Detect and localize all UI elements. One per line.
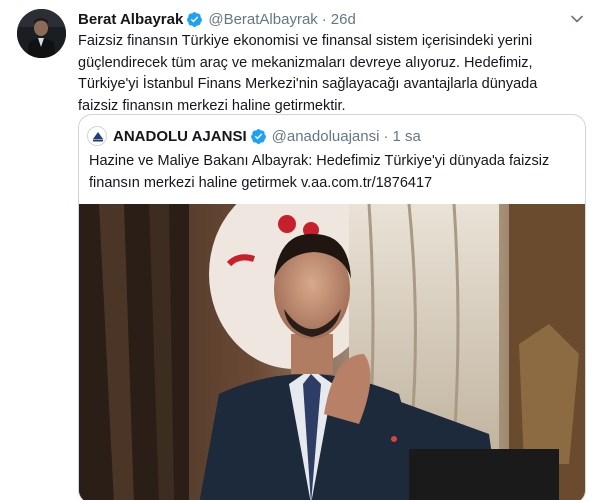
separator-dot: ·	[383, 127, 389, 145]
quoted-author-avatar	[87, 126, 107, 146]
author-handle[interactable]: @BeratAlbayrak	[208, 11, 317, 28]
tweet-text-line: Türkiye'yi İstanbul Finans Merkezi'nin s…	[78, 76, 538, 92]
tweet: Berat Albayrak @BeratAlbayrak · 26d Faiz…	[0, 0, 602, 500]
verified-badge-icon	[187, 11, 203, 27]
quoted-tweet-header: ANADOLU AJANSI @anadoluajansi · 1 sa	[87, 125, 421, 147]
quoted-tweet-text: Hazine ve Maliye Bakanı Albayrak: Hedefi…	[89, 151, 579, 194]
quoted-tweet-text-line: Hazine ve Maliye Bakanı Albayrak: Hedefi…	[89, 153, 550, 169]
tweet-text: Faizsiz finansın Türkiye ekonomisi ve fi…	[78, 31, 588, 117]
author-avatar[interactable]	[17, 9, 66, 58]
tweet-text-line: Faizsiz finansın Türkiye ekonomisi ve fi…	[78, 33, 533, 49]
separator-dot: ·	[321, 10, 327, 28]
tweet-header: Berat Albayrak @BeratAlbayrak · 26d	[78, 9, 356, 29]
quoted-tweet-photo[interactable]	[79, 204, 585, 500]
chevron-down-icon[interactable]	[569, 11, 585, 27]
quoted-tweet-card[interactable]: ANADOLU AJANSI @anadoluajansi · 1 sa Haz…	[78, 114, 586, 500]
verified-badge-icon	[250, 128, 266, 144]
quoted-author-handle: @anadoluajansi	[271, 127, 380, 145]
tweet-text-line: güçlendirecek tüm araç ve mekanizmaları …	[78, 54, 533, 71]
quoted-tweet-timestamp: 1 sa	[392, 127, 421, 145]
tweet-timestamp[interactable]: 26d	[331, 11, 356, 28]
author-name[interactable]: Berat Albayrak	[78, 11, 183, 28]
quoted-tweet-text-line: finansın merkezi haline getirmek v.aa.co…	[89, 174, 433, 191]
quoted-author-name: ANADOLU AJANSI	[113, 127, 247, 145]
